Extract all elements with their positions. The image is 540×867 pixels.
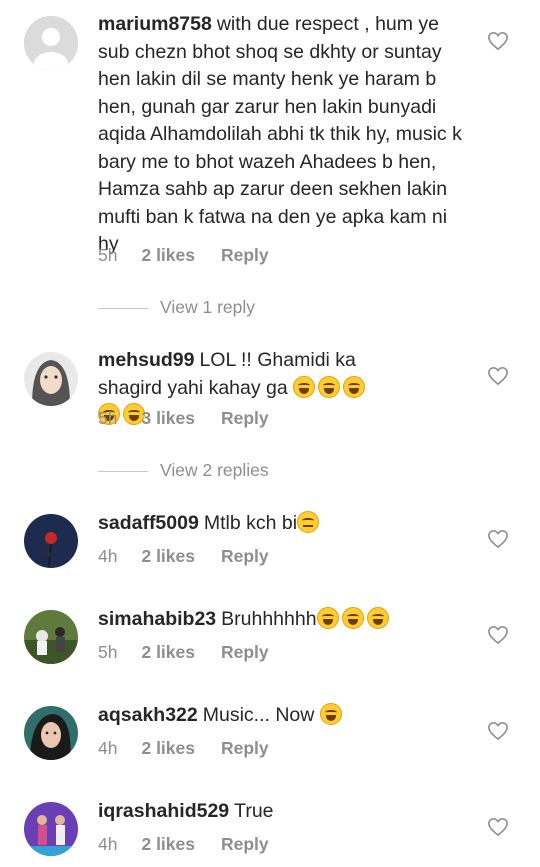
likes-count[interactable]: 3 likes	[141, 408, 195, 428]
comment-meta: 4h 2 likes Reply	[98, 546, 295, 567]
comment-username[interactable]: sadaff5009	[98, 512, 199, 534]
reply-button[interactable]: Reply	[221, 546, 269, 566]
likes-count[interactable]: 2 likes	[141, 738, 195, 758]
comment-time: 4h	[98, 834, 118, 854]
profile-photo-icon	[24, 352, 78, 406]
avatar[interactable]	[24, 514, 78, 568]
comment-text: sadaff5009 Mtlb kch bi	[98, 510, 468, 538]
reply-button[interactable]: Reply	[221, 738, 269, 758]
comment-time: 5h	[98, 245, 118, 265]
laughing-emoji-icon	[319, 703, 345, 726]
comment-meta: 4h 2 likes Reply	[98, 834, 295, 855]
outdoor-photo-icon	[24, 610, 78, 664]
reply-button[interactable]: Reply	[221, 245, 269, 265]
likes-count[interactable]: 2 likes	[141, 834, 195, 854]
heart-outline-icon[interactable]	[487, 625, 509, 645]
view-replies-button[interactable]: View 1 reply	[98, 297, 255, 318]
comment-body: Music... Now	[202, 704, 315, 726]
reply-divider	[98, 307, 148, 309]
heart-outline-icon[interactable]	[487, 817, 509, 837]
comment-time: 5h	[98, 642, 118, 662]
avatar[interactable]	[24, 610, 78, 664]
likes-count[interactable]: 2 likes	[141, 546, 195, 566]
heart-outline-icon[interactable]	[487, 366, 509, 386]
comment-body: with due respect , hum ye sub chezn bhot…	[98, 13, 462, 255]
comment-text: iqrashahid529 True	[98, 798, 468, 826]
comment-text: simahabib23 Bruhhhhhh	[98, 606, 468, 634]
rose-photo-icon	[24, 514, 78, 568]
comment-text: marium8758 with due respect , hum ye sub …	[98, 11, 468, 259]
heart-outline-icon[interactable]	[487, 31, 509, 51]
expressionless-emoji-icon	[297, 511, 322, 534]
portrait-photo-icon	[24, 706, 78, 760]
avatar[interactable]	[24, 706, 78, 760]
laughing-emoji-icon	[316, 607, 392, 630]
avatar[interactable]	[24, 802, 78, 856]
avatar[interactable]	[24, 16, 78, 70]
comment-username[interactable]: simahabib23	[98, 608, 216, 630]
view-replies-button[interactable]: View 2 replies	[98, 460, 269, 481]
likes-count[interactable]: 2 likes	[141, 245, 195, 265]
comment-body: Bruhhhhhh	[221, 608, 317, 630]
default-avatar-icon	[24, 16, 78, 70]
comment-meta: 5h 2 likes Reply	[98, 642, 295, 663]
reply-button[interactable]: Reply	[221, 642, 269, 662]
reply-divider	[98, 470, 148, 472]
comment-time: 4h	[98, 546, 118, 566]
comment-username[interactable]: marium8758	[98, 13, 212, 35]
comment-text: aqsakh322 Music... Now	[98, 702, 468, 730]
avatar[interactable]	[24, 352, 78, 406]
comment-username[interactable]: iqrashahid529	[98, 800, 229, 822]
likes-count[interactable]: 2 likes	[141, 642, 195, 662]
comment-username[interactable]: mehsud99	[98, 349, 194, 371]
comment-time: 4h	[98, 738, 118, 758]
comment-meta: 4h 2 likes Reply	[98, 738, 295, 759]
comment-username[interactable]: aqsakh322	[98, 704, 198, 726]
reply-button[interactable]: Reply	[221, 834, 269, 854]
reply-button[interactable]: Reply	[221, 408, 269, 428]
group-photo-icon	[24, 802, 78, 856]
comment-time: 5h	[98, 408, 118, 428]
comment-body: True	[234, 800, 274, 822]
comment-meta: 5h 2 likes Reply	[98, 245, 295, 266]
heart-outline-icon[interactable]	[487, 529, 509, 549]
comment-body: Mtlb kch bi	[203, 512, 298, 534]
heart-outline-icon[interactable]	[487, 721, 509, 741]
comment-meta: 5h 3 likes Reply	[98, 408, 295, 429]
